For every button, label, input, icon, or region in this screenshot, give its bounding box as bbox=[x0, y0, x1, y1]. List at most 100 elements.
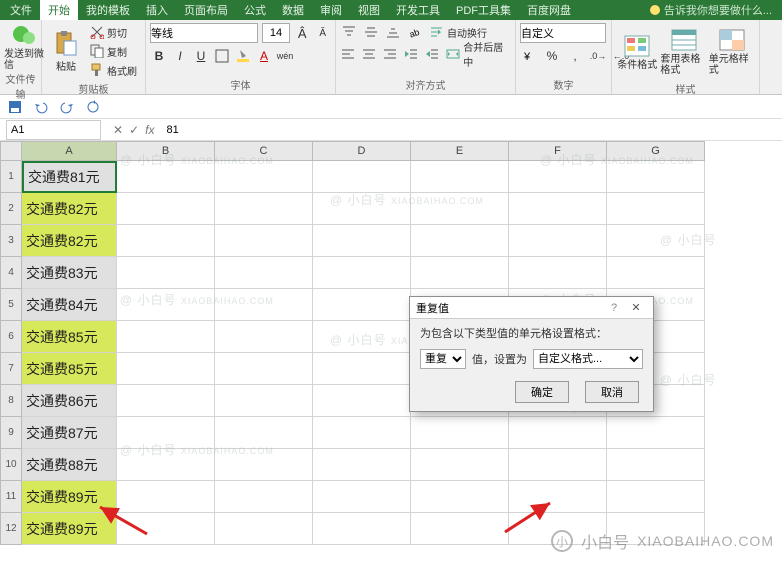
cell-B2[interactable] bbox=[117, 193, 215, 225]
fill-color-button[interactable] bbox=[234, 47, 252, 65]
row-header[interactable]: 11 bbox=[0, 481, 22, 513]
cell-D8[interactable] bbox=[313, 385, 411, 417]
phonetic-button[interactable]: wén bbox=[276, 47, 294, 65]
row-header[interactable]: 3 bbox=[0, 225, 22, 257]
cell-D10[interactable] bbox=[313, 449, 411, 481]
align-top-button[interactable] bbox=[340, 23, 358, 41]
tab-templates[interactable]: 我的模板 bbox=[78, 0, 138, 20]
cell-C3[interactable] bbox=[215, 225, 313, 257]
cell-D7[interactable] bbox=[313, 353, 411, 385]
cell-C1[interactable] bbox=[215, 161, 313, 193]
row-header[interactable]: 12 bbox=[0, 513, 22, 545]
cell-A11[interactable]: 交通费89元 bbox=[22, 481, 117, 513]
name-box[interactable]: A1 bbox=[6, 120, 101, 140]
cell-C6[interactable] bbox=[215, 321, 313, 353]
cell-G1[interactable] bbox=[607, 161, 705, 193]
column-header-A[interactable]: A bbox=[22, 141, 117, 161]
table-format-button[interactable]: 套用表格格式 bbox=[660, 23, 706, 81]
cell-C12[interactable] bbox=[215, 513, 313, 545]
font-size-select[interactable] bbox=[262, 23, 290, 43]
italic-button[interactable]: I bbox=[171, 47, 189, 65]
refresh-icon[interactable] bbox=[86, 100, 100, 114]
confirm-icon[interactable]: ✓ bbox=[129, 123, 139, 137]
cell-A5[interactable]: 交通费84元 bbox=[22, 289, 117, 321]
formula-bar[interactable]: 81 bbox=[160, 124, 782, 136]
fx-icon[interactable]: fx bbox=[145, 123, 154, 137]
tell-me[interactable]: 告诉我你想要做什么... bbox=[640, 2, 782, 18]
cell-C4[interactable] bbox=[215, 257, 313, 289]
format-preset-select[interactable]: 自定义格式... bbox=[533, 349, 643, 369]
cell-style-button[interactable]: 单元格样式 bbox=[709, 23, 755, 81]
cell-B5[interactable] bbox=[117, 289, 215, 321]
tab-baidu[interactable]: 百度网盘 bbox=[519, 0, 579, 20]
tab-layout[interactable]: 页面布局 bbox=[176, 0, 236, 20]
cell-G9[interactable] bbox=[607, 417, 705, 449]
cell-F10[interactable] bbox=[509, 449, 607, 481]
conditional-format-button[interactable]: 条件格式 bbox=[616, 23, 658, 81]
row-header[interactable]: 2 bbox=[0, 193, 22, 225]
cell-C10[interactable] bbox=[215, 449, 313, 481]
cell-E2[interactable] bbox=[411, 193, 509, 225]
cell-B3[interactable] bbox=[117, 225, 215, 257]
send-to-wechat-button[interactable]: 发送到微信 bbox=[4, 23, 44, 71]
cell-B8[interactable] bbox=[117, 385, 215, 417]
percent-button[interactable]: % bbox=[543, 47, 561, 65]
row-header[interactable]: 1 bbox=[0, 161, 22, 193]
comma-button[interactable]: , bbox=[566, 47, 584, 65]
indent-dec-button[interactable] bbox=[403, 45, 420, 63]
paste-button[interactable]: 粘贴 bbox=[46, 23, 86, 81]
cell-F11[interactable] bbox=[509, 481, 607, 513]
cell-D1[interactable] bbox=[313, 161, 411, 193]
cell-D5[interactable] bbox=[313, 289, 411, 321]
cell-A12[interactable]: 交通费89元 bbox=[22, 513, 117, 545]
cell-A3[interactable]: 交通费82元 bbox=[22, 225, 117, 257]
orientation-button[interactable]: ab bbox=[406, 23, 424, 41]
cell-D2[interactable] bbox=[313, 193, 411, 225]
column-header-D[interactable]: D bbox=[313, 141, 411, 161]
cell-G2[interactable] bbox=[607, 193, 705, 225]
number-format-select[interactable] bbox=[520, 23, 606, 43]
cell-E11[interactable] bbox=[411, 481, 509, 513]
cell-E10[interactable] bbox=[411, 449, 509, 481]
tab-pdf[interactable]: PDF工具集 bbox=[448, 0, 519, 20]
cell-C2[interactable] bbox=[215, 193, 313, 225]
cell-B6[interactable] bbox=[117, 321, 215, 353]
undo-icon[interactable] bbox=[34, 100, 48, 114]
tab-file[interactable]: 文件 bbox=[2, 0, 40, 20]
dialog-titlebar[interactable]: 重复值 ? ✕ bbox=[410, 297, 653, 319]
cell-F1[interactable] bbox=[509, 161, 607, 193]
cell-D9[interactable] bbox=[313, 417, 411, 449]
cell-D6[interactable] bbox=[313, 321, 411, 353]
column-header-C[interactable]: C bbox=[215, 141, 313, 161]
ok-button[interactable]: 确定 bbox=[515, 381, 569, 403]
column-header-G[interactable]: G bbox=[607, 141, 705, 161]
cell-C7[interactable] bbox=[215, 353, 313, 385]
grow-font-button[interactable]: Â bbox=[294, 24, 311, 42]
underline-button[interactable]: U bbox=[192, 47, 210, 65]
cell-B4[interactable] bbox=[117, 257, 215, 289]
select-all-corner[interactable] bbox=[0, 141, 22, 161]
align-middle-button[interactable] bbox=[362, 23, 380, 41]
cell-G10[interactable] bbox=[607, 449, 705, 481]
tab-review[interactable]: 审阅 bbox=[312, 0, 350, 20]
cell-D4[interactable] bbox=[313, 257, 411, 289]
cell-C9[interactable] bbox=[215, 417, 313, 449]
font-name-select[interactable] bbox=[150, 23, 258, 43]
cell-C5[interactable] bbox=[215, 289, 313, 321]
tab-home[interactable]: 开始 bbox=[40, 0, 78, 20]
save-icon[interactable] bbox=[8, 100, 22, 114]
cell-A2[interactable]: 交通费82元 bbox=[22, 193, 117, 225]
cell-A1[interactable]: 交通费81元 bbox=[22, 161, 117, 193]
tab-insert[interactable]: 插入 bbox=[138, 0, 176, 20]
cell-A7[interactable]: 交通费85元 bbox=[22, 353, 117, 385]
brush-button[interactable]: 格式刷 bbox=[88, 61, 139, 79]
column-header-E[interactable]: E bbox=[411, 141, 509, 161]
bold-button[interactable]: B bbox=[150, 47, 168, 65]
duplicate-type-select[interactable]: 重复 bbox=[420, 349, 466, 369]
cell-F3[interactable] bbox=[509, 225, 607, 257]
tab-dev[interactable]: 开发工具 bbox=[388, 0, 448, 20]
merge-center-button[interactable]: 合并后居中 bbox=[444, 45, 511, 63]
cell-C8[interactable] bbox=[215, 385, 313, 417]
font-color-button[interactable]: A bbox=[255, 47, 273, 65]
cell-D3[interactable] bbox=[313, 225, 411, 257]
